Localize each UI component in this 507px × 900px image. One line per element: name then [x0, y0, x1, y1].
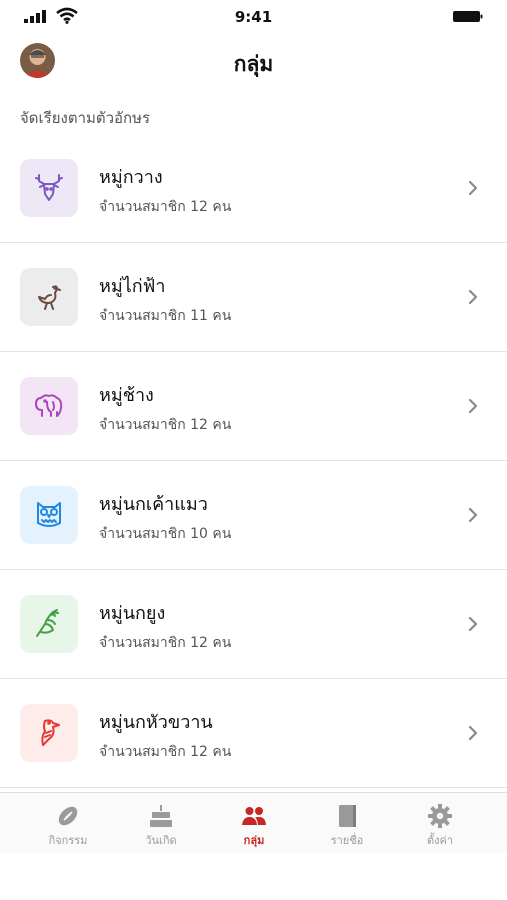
- gear-icon: [428, 804, 452, 828]
- group-name: หมู่ไก่ฟ้า: [99, 276, 166, 297]
- book-icon: [339, 805, 356, 827]
- group-member-count: จำนวนสมาชิก 12 คน: [99, 744, 232, 760]
- group-name: หมู่นกยูง: [99, 603, 166, 624]
- peacock-icon: [36, 609, 59, 637]
- group-item-woodpecker[interactable]: หมู่นกหัวขวาน จำนวนสมาชิก 12 คน: [0, 679, 507, 788]
- status-bar: 9:41: [0, 0, 507, 34]
- tab-birthdays[interactable]: วันเกิด: [116, 793, 206, 853]
- group-name: หมู่ช้าง: [99, 385, 154, 406]
- status-time: 9:41: [234, 8, 273, 26]
- pheasant-icon: [38, 285, 61, 310]
- chevron-right-icon: [468, 398, 478, 414]
- group-icon-bg: [20, 486, 78, 544]
- tab-activities[interactable]: กิจกรรม: [23, 793, 113, 853]
- tab-label: วันเกิด: [145, 834, 177, 847]
- deer-icon: [35, 174, 63, 201]
- chevron-right-icon: [468, 180, 478, 196]
- tab-label: กิจกรรม: [48, 834, 88, 847]
- group-item-elephant[interactable]: หมู่ช้าง จำนวนสมาชิก 12 คน: [0, 352, 507, 461]
- group-list: หมู่กวาง จำนวนสมาชิก 12 คน หมู่ไก่ฟ้า จำ…: [0, 134, 507, 788]
- cake-icon: [150, 805, 172, 827]
- group-member-count: จำนวนสมาชิก 12 คน: [99, 635, 232, 651]
- group-item-peacock[interactable]: หมู่นกยูง จำนวนสมาชิก 12 คน: [0, 570, 507, 679]
- group-item-deer[interactable]: หมู่กวาง จำนวนสมาชิก 12 คน: [0, 134, 507, 243]
- group-member-count: จำนวนสมาชิก 10 คน: [99, 526, 232, 542]
- football-icon: [58, 806, 78, 826]
- group-icon-bg: [20, 268, 78, 326]
- header: กลุ่ม: [0, 34, 507, 92]
- woodpecker-icon: [41, 719, 60, 746]
- chevron-right-icon: [468, 507, 478, 523]
- sort-label: จัดเรียงตามตัวอักษร: [20, 109, 151, 127]
- tab-groups[interactable]: กลุ่ม: [209, 793, 299, 853]
- group-member-count: จำนวนสมาชิก 12 คน: [99, 417, 232, 433]
- group-icon-bg: [20, 159, 78, 217]
- people-icon: [242, 807, 266, 825]
- group-name: หมู่นกหัวขวาน: [99, 712, 213, 733]
- chevron-right-icon: [468, 289, 478, 305]
- owl-icon: [37, 502, 61, 527]
- group-icon-bg: [20, 595, 78, 653]
- group-member-count: จำนวนสมาชิก 12 คน: [99, 199, 232, 215]
- tab-directory[interactable]: รายชื่อ: [302, 793, 392, 853]
- group-name: หมู่นกเค้าแมว: [99, 494, 208, 515]
- battery-icon: [453, 11, 483, 22]
- group-name: หมู่กวาง: [99, 167, 163, 188]
- elephant-icon: [35, 394, 63, 417]
- tab-label: รายชื่อ: [330, 834, 364, 847]
- tab-label: กลุ่ม: [243, 834, 265, 847]
- group-icon-bg: [20, 704, 78, 762]
- tab-settings[interactable]: ตั้งค่า: [395, 793, 485, 853]
- page-title: กลุ่ม: [233, 52, 274, 76]
- tab-bar: กิจกรรม วันเกิด กลุ่ม รายชื่อ ตั้งค่า: [0, 792, 507, 853]
- chevron-right-icon: [468, 616, 478, 632]
- group-icon-bg: [20, 377, 78, 435]
- group-item-owl[interactable]: หมู่นกเค้าแมว จำนวนสมาชิก 10 คน: [0, 461, 507, 570]
- group-member-count: จำนวนสมาชิก 11 คน: [99, 308, 232, 324]
- chevron-right-icon: [468, 725, 478, 741]
- group-item-pheasant[interactable]: หมู่ไก่ฟ้า จำนวนสมาชิก 11 คน: [0, 243, 507, 352]
- tab-label: ตั้งค่า: [426, 834, 454, 847]
